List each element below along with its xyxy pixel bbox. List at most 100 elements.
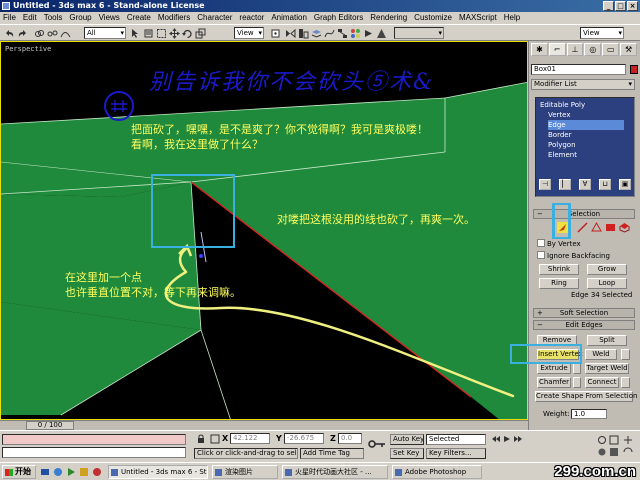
connect-settings-button[interactable] [621,377,630,388]
render-scene-icon[interactable] [363,28,374,39]
task-render-image[interactable]: 渲染图片 [212,465,278,479]
menu-animation[interactable]: Animation [271,12,307,24]
region-select-icon[interactable] [156,28,167,39]
time-slider[interactable]: 0 / 100 [26,421,74,430]
rotate-icon[interactable] [182,28,193,39]
maximize-button[interactable]: □ [615,1,626,11]
viewport-label[interactable]: Perspective [5,45,51,53]
create-tab-icon[interactable]: ✱ [531,43,548,56]
configure-sets-icon[interactable]: ▣ [619,179,631,190]
menu-views[interactable]: Views [99,12,120,24]
minimize-button[interactable]: _ [603,1,614,11]
move-icon[interactable] [169,28,180,39]
perspective-viewport[interactable]: Perspective 别告诉我你不会砍头⑤术& 把面砍了，嘿嘿，是不是爽了？你… [0,41,528,420]
ring-button[interactable]: Ring [539,278,579,289]
soft-selection-rollout-header[interactable]: + Soft Selection [533,308,635,318]
modifier-list-dropdown[interactable]: Modifier List [531,79,635,90]
target-weld-button[interactable]: Target Weld [585,363,629,374]
add-time-tag-button[interactable]: Add Time Tag [300,448,364,459]
redo-icon[interactable] [17,28,28,39]
quick-render-icon[interactable] [376,28,387,39]
set-key-button[interactable]: Set Key [390,448,424,459]
quicklaunch-desktop-icon[interactable] [40,467,50,477]
close-button[interactable]: × [627,1,638,11]
quicklaunch-ie-icon[interactable] [53,467,63,477]
pivot-center-icon[interactable] [270,28,281,39]
remove-modifier-icon[interactable]: ⊔ [599,179,611,190]
split-button[interactable]: Split [587,335,627,346]
maxscript-listener-mini[interactable] [2,434,186,445]
stack-editable-poly[interactable]: Editable Poly [540,100,585,110]
extrude-settings-button[interactable] [573,363,581,374]
edit-edges-rollout-header[interactable]: − Edit Edges [533,320,635,330]
schematic-view-icon[interactable] [337,28,348,39]
menu-help[interactable]: Help [504,12,520,24]
chamfer-settings-button[interactable] [573,377,581,388]
select-object-icon[interactable] [130,28,141,39]
task-browser[interactable]: 火星时代动画大社区 - ... [282,465,388,479]
quicklaunch-app2-icon[interactable] [92,467,102,477]
lock-icon[interactable] [196,434,206,444]
material-editor-icon[interactable] [350,28,361,39]
weld-settings-button[interactable] [621,349,630,360]
ref-coord-dropdown[interactable]: View [234,27,264,39]
task-3dsmax[interactable]: Untitled - 3ds max 6 - Sta... [108,465,208,479]
chamfer-button[interactable]: Chamfer [537,377,571,388]
edge-mode-icon[interactable] [577,222,588,233]
shrink-button[interactable]: Shrink [539,264,579,275]
by-vertex-checkbox[interactable]: By Vertex [537,239,581,249]
curve-editor-icon[interactable] [324,28,335,39]
extrude-button[interactable]: Extrude [537,363,571,374]
show-end-result-icon[interactable]: ▏ [559,179,571,190]
loop-button[interactable]: Loop [587,278,627,289]
viewport-navigation-controls[interactable] [596,434,636,458]
mirror-icon[interactable] [285,28,296,39]
pin-stack-icon[interactable]: ⊣ [539,179,551,190]
menu-graph-editors[interactable]: Graph Editors [314,12,363,24]
connect-button[interactable]: Connect [585,377,619,388]
task-photoshop[interactable]: Adobe Photoshop [392,465,482,479]
start-button[interactable]: 开始 [2,465,36,479]
select-by-name-icon[interactable] [143,28,154,39]
quicklaunch-app-icon[interactable] [79,467,89,477]
stack-element[interactable]: Element [548,150,577,160]
make-unique-icon[interactable]: ∀ [579,179,591,190]
ignore-backfacing-checkbox[interactable]: Ignore Backfacing [537,251,610,261]
selection-filter-dropdown[interactable]: All [84,27,126,39]
create-shape-button[interactable]: Create Shape From Selection [535,391,637,402]
layer-manager-icon[interactable] [311,28,322,39]
hierarchy-tab-icon[interactable]: ⊥ [566,43,584,56]
absolute-mode-icon[interactable] [210,434,220,444]
unlink-icon[interactable] [47,28,58,39]
stack-edge[interactable]: Edge [548,120,624,130]
modify-tab-icon[interactable]: ⌐ [548,43,566,56]
element-mode-icon[interactable] [619,222,630,233]
object-name-field[interactable]: Box01 [531,64,626,75]
motion-tab-icon[interactable]: ◎ [584,43,602,56]
y-coordinate-field[interactable]: -26.675 [284,433,324,444]
selection-rollout-header[interactable]: − Selection [533,209,635,219]
time-slider-track[interactable]: 0 / 100 [0,420,528,430]
menu-edit[interactable]: Edit [23,12,37,24]
scale-icon[interactable] [195,28,206,39]
weld-button[interactable]: Weld [585,349,617,360]
grow-button[interactable]: Grow [587,264,627,275]
quicklaunch-media-icon[interactable] [66,467,76,477]
menu-modifiers[interactable]: Modifiers [158,12,190,24]
stack-vertex[interactable]: Vertex [548,110,571,120]
z-coordinate-field[interactable]: 0.0 [338,433,362,444]
menu-tools[interactable]: Tools [44,12,63,24]
key-filters-button[interactable]: Key Filters... [426,448,486,459]
key-mode-dropdown[interactable]: Selected [426,434,486,445]
auto-key-button[interactable]: Auto Key [390,434,424,445]
bind-spacewarp-icon[interactable] [60,28,71,39]
menu-group[interactable]: Group [69,12,91,24]
weight-spinner[interactable]: 1.0 [571,409,607,419]
polygon-mode-icon[interactable] [605,222,616,233]
select-link-icon[interactable] [34,28,45,39]
display-tab-icon[interactable]: ▭ [602,43,620,56]
x-coordinate-field[interactable]: 42.122 [230,433,270,444]
object-color-swatch[interactable] [630,65,638,74]
menu-file[interactable]: File [3,12,16,24]
menu-character[interactable]: Character [197,12,232,24]
